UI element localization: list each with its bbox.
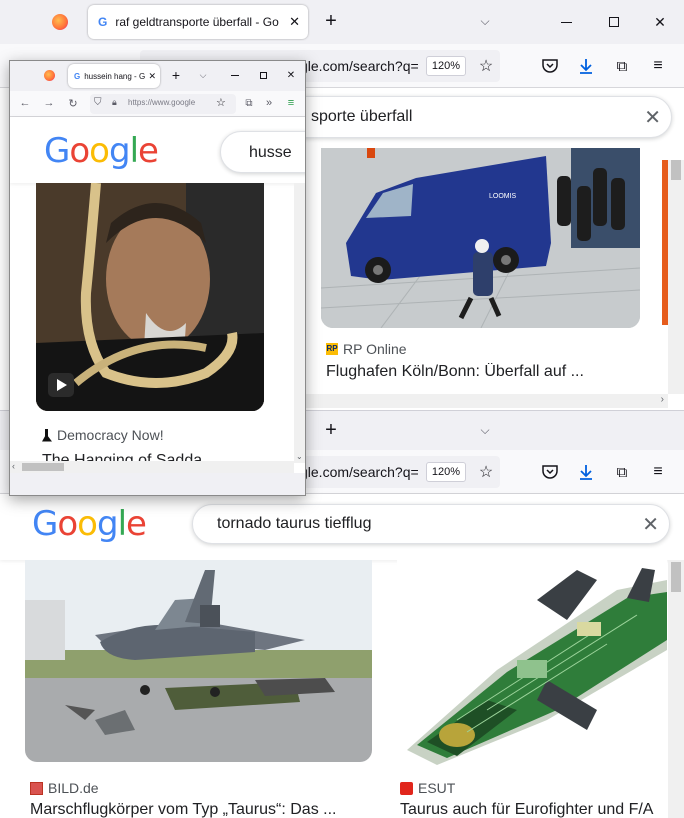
maximize-icon[interactable]	[256, 68, 270, 82]
back-icon[interactable]: ←	[18, 96, 32, 110]
url-text: https://www.google	[128, 98, 196, 107]
extensions-icon[interactable]: ⧉	[242, 96, 256, 110]
star-icon[interactable]: ☆	[476, 462, 496, 482]
close-window-icon[interactable]: ✕	[284, 68, 298, 82]
tab-strip: G raf geldtransporte überfall - Go ✕ + ⌵…	[0, 0, 684, 44]
result-image-van[interactable]: LOOMIS	[321, 148, 640, 328]
chevron-down-icon[interactable]: ⌵	[476, 421, 494, 439]
overflow-icon[interactable]: »	[262, 96, 276, 110]
download-icon[interactable]	[576, 462, 596, 482]
vertical-scrollbar[interactable]	[668, 560, 684, 818]
vertical-scrollbar[interactable]: ⌄	[294, 183, 305, 463]
source-favicon	[42, 428, 52, 442]
google-header: Google husse	[10, 117, 305, 183]
url-text: gle.com/search?q=	[300, 464, 419, 480]
shield-icon: ⛉	[94, 97, 102, 108]
firefox-icon[interactable]	[52, 14, 68, 30]
source-name: RP Online	[343, 341, 407, 357]
star-icon[interactable]: ☆	[216, 96, 226, 109]
tab-title: raf geldtransporte überfall - Go	[115, 15, 279, 29]
close-icon[interactable]: ✕	[289, 14, 300, 30]
source-name: BILD.de	[48, 780, 99, 796]
nav-bar: ← → ↻ ⛉ 🔒︎ https://www.google ☆ ⧉ » ≡	[10, 91, 305, 117]
status-strip	[10, 473, 305, 495]
menu-icon[interactable]: ≡	[284, 96, 298, 110]
search-query: husse	[249, 144, 292, 161]
search-query: sporte überfall	[311, 108, 413, 125]
plus-icon[interactable]: +	[168, 67, 184, 83]
forward-icon[interactable]: →	[42, 96, 56, 110]
result-source[interactable]: BILD.de	[30, 780, 99, 796]
plus-icon[interactable]: +	[320, 419, 342, 441]
google-favicon: G	[98, 15, 108, 29]
menu-icon[interactable]: ≡	[648, 56, 668, 76]
pocket-icon[interactable]	[540, 56, 560, 76]
menu-icon[interactable]: ≡	[648, 462, 668, 482]
url-bar[interactable]: ⛉ 🔒︎ https://www.google ☆	[90, 94, 236, 114]
side-thumbnail[interactable]	[662, 160, 668, 325]
minimize-icon[interactable]	[556, 12, 576, 32]
search-input[interactable]: tornado taurus tiefflug ✕	[192, 504, 670, 544]
clear-search-icon[interactable]: ✕	[644, 105, 661, 130]
reload-icon[interactable]: ↻	[66, 96, 80, 110]
source-name: Democracy Now!	[57, 427, 164, 443]
result-title[interactable]: Flughafen Köln/Bonn: Überfall auf ...	[326, 363, 646, 381]
plus-icon[interactable]: +	[320, 10, 342, 32]
tab-strip: G hussein hang - G ✕ + ⌵ ✕	[10, 61, 305, 91]
chevron-down-icon[interactable]: ⌵	[196, 68, 210, 82]
tab-title: hussein hang - G	[84, 71, 146, 81]
horizontal-scrollbar[interactable]: ›	[306, 394, 668, 408]
close-icon[interactable]: ✕	[148, 71, 156, 82]
zoom-indicator[interactable]: 120%	[426, 56, 466, 76]
pocket-icon[interactable]	[540, 462, 560, 482]
url-text: gle.com/search?q=	[300, 58, 419, 74]
extensions-icon[interactable]: ⧉	[612, 462, 632, 482]
result-source[interactable]: Democracy Now!	[42, 427, 164, 443]
vertical-scrollbar[interactable]	[668, 160, 684, 394]
google-header: Google tornado taurus tiefflug ✕	[0, 494, 684, 560]
result-source[interactable]: ESUT	[400, 780, 455, 796]
clear-search-icon[interactable]: ✕	[642, 512, 659, 537]
window-hussein-search: G hussein hang - G ✕ + ⌵ ✕ ← → ↻ ⛉ 🔒︎ ht…	[9, 60, 306, 496]
search-query: tornado taurus tiefflug	[217, 515, 372, 532]
result-image-taurus[interactable]	[397, 560, 667, 768]
zoom-indicator[interactable]: 120%	[426, 462, 466, 482]
lock-icon: 🔒︎	[112, 97, 117, 107]
close-window-icon[interactable]: ✕	[650, 12, 670, 32]
download-icon[interactable]	[576, 56, 596, 76]
result-image-tornado[interactable]	[25, 560, 372, 762]
result-image-hanging[interactable]	[36, 183, 264, 411]
chevron-down-icon[interactable]: ⌵	[476, 12, 494, 30]
result-source[interactable]: RP RP Online	[326, 341, 407, 357]
search-input[interactable]: husse	[220, 131, 305, 173]
maximize-icon[interactable]	[604, 12, 624, 32]
google-favicon: G	[74, 71, 81, 81]
tab-raf-search[interactable]: G raf geldtransporte überfall - Go ✕	[88, 5, 308, 39]
result-title[interactable]: Marschflugkörper vom Typ „Taurus“: Das .…	[30, 801, 370, 818]
google-logo[interactable]: Google	[32, 504, 147, 544]
google-logo[interactable]: Google	[44, 131, 159, 171]
star-icon[interactable]: ☆	[476, 56, 496, 76]
source-favicon	[400, 781, 413, 795]
source-name: ESUT	[418, 780, 456, 796]
source-favicon	[30, 781, 43, 795]
result-title[interactable]: Taurus auch für Eurofighter und F/A	[400, 801, 670, 818]
extensions-icon[interactable]: ⧉	[612, 56, 632, 76]
minimize-icon[interactable]	[228, 68, 242, 82]
firefox-icon[interactable]	[44, 70, 55, 81]
source-favicon: RP	[326, 343, 338, 355]
horizontal-scrollbar[interactable]: ‹	[10, 461, 294, 473]
tab-hussein-search[interactable]: G hussein hang - G ✕	[68, 64, 160, 88]
van-logo-text: LOOMIS	[489, 193, 517, 200]
